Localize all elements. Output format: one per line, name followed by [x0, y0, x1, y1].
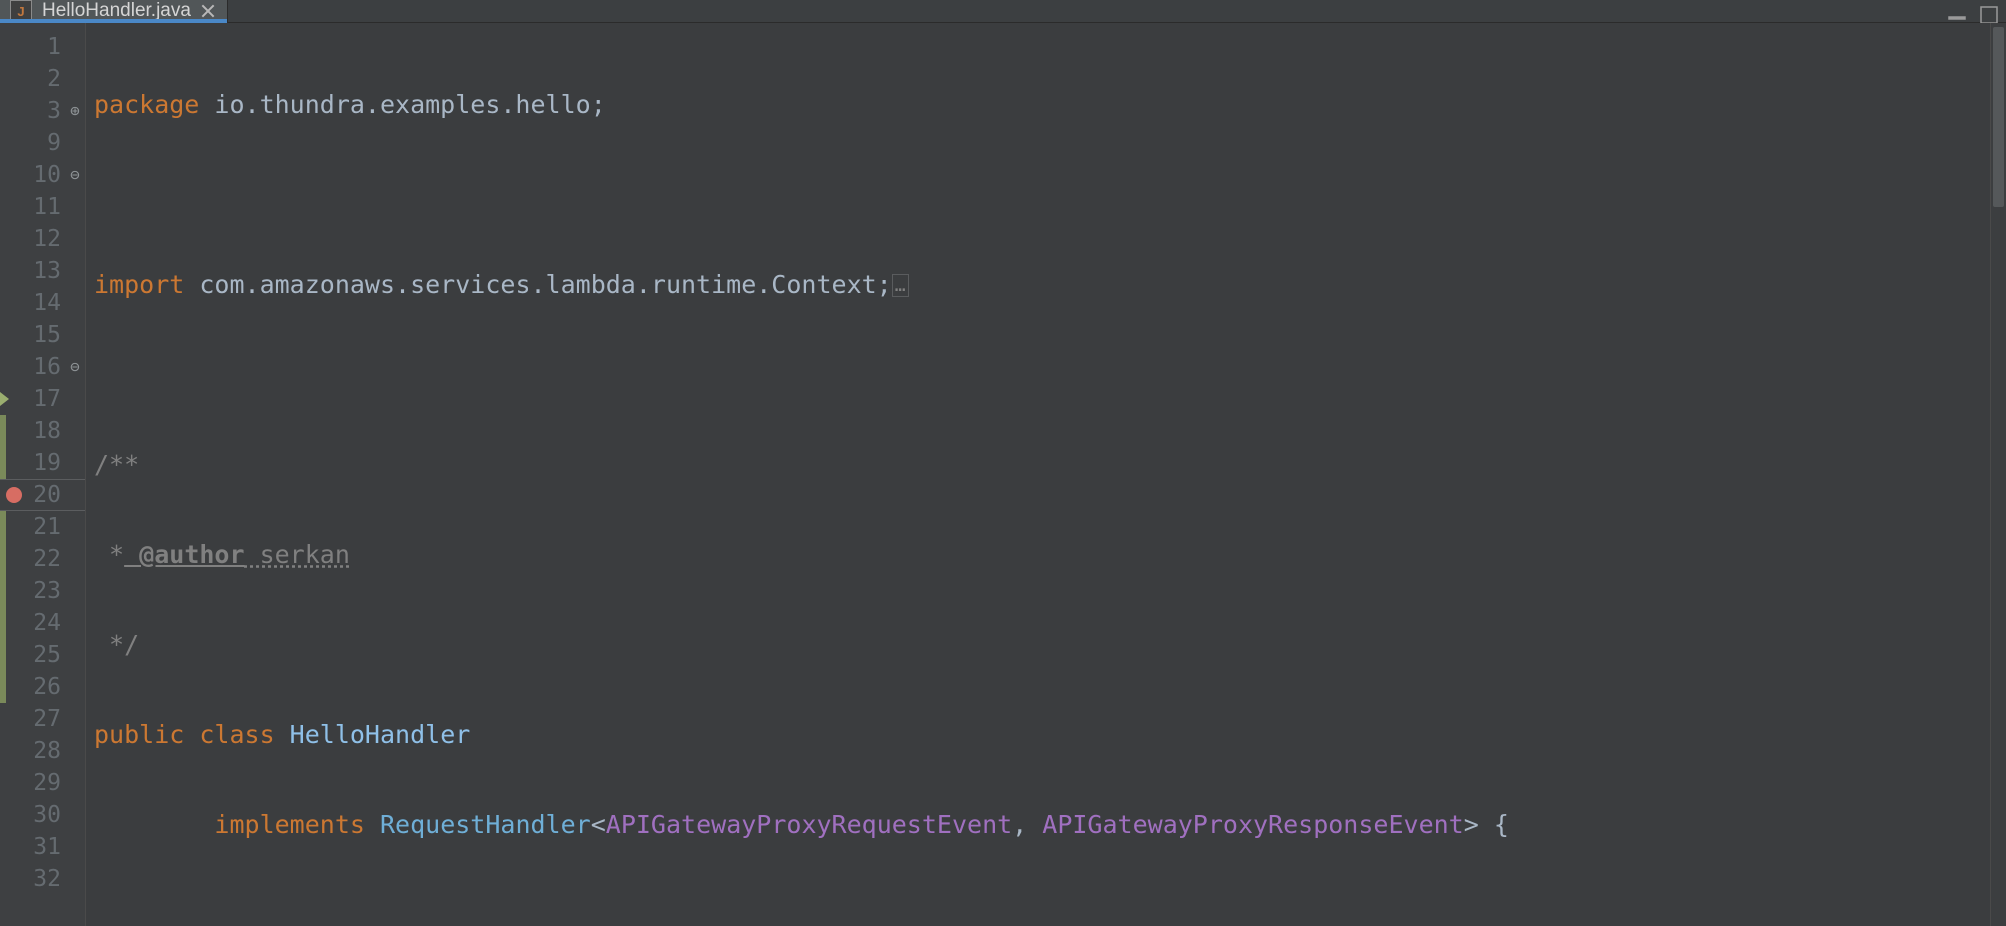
java-file-icon: J [10, 0, 32, 22]
line-number: 18 [33, 415, 61, 447]
import-path: com.amazonaws.services.lambda.runtime.Co… [184, 270, 876, 299]
code-area[interactable]: package io.thundra.examples.hello; impor… [86, 23, 1990, 926]
line-number: 9 [47, 127, 61, 159]
line-number: 10 [33, 159, 61, 191]
package-path: io.thundra.examples.hello [199, 90, 590, 119]
keyword: import [94, 270, 184, 299]
line-number: 14 [33, 287, 61, 319]
file-tab[interactable]: J HelloHandler.java [0, 0, 228, 22]
brace: { [1479, 810, 1509, 839]
collapse-fold-icon[interactable]: ⊖ [67, 359, 83, 375]
keyword: implements [214, 810, 365, 839]
line-number: 3 [47, 95, 61, 127]
vcs-change-bar [0, 543, 6, 575]
line-number-gutter[interactable]: 1 2 3 ⊕ 9 10 ⊖ 11 12 13 14 15 16 ⊖ 17 18 19… [0, 23, 86, 926]
close-icon[interactable] [201, 4, 215, 18]
line-number: 22 [33, 543, 61, 575]
line-number: 15 [33, 319, 61, 351]
line-number: 25 [33, 639, 61, 671]
expand-fold-icon[interactable]: ⊕ [67, 103, 83, 119]
vcs-change-bar [0, 671, 6, 703]
line-number: 23 [33, 575, 61, 607]
line-number: 31 [33, 831, 61, 863]
change-marker-icon [0, 392, 9, 406]
line-number: 20 [33, 479, 61, 511]
tab-filename: HelloHandler.java [42, 0, 191, 22]
breakpoint-icon[interactable] [6, 487, 22, 503]
line-number: 16 [33, 351, 61, 383]
class-name: HelloHandler [275, 720, 471, 749]
vcs-change-bar [0, 447, 6, 479]
line-number: 13 [33, 255, 61, 287]
editor-body: 1 2 3 ⊕ 9 10 ⊖ 11 12 13 14 15 16 ⊖ 17 18 19… [0, 23, 2006, 926]
line-number: 1 [47, 31, 61, 63]
collapse-fold-icon[interactable]: ⊖ [67, 167, 83, 183]
javadoc-tag: @author [124, 540, 244, 569]
editor-root: J HelloHandler.java 1 2 3 ⊕ 9 10 ⊖ 11 12 1… [0, 0, 2006, 926]
type-param: APIGatewayProxyResponseEvent [1042, 810, 1463, 839]
line-number: 28 [33, 735, 61, 767]
tab-bar: J HelloHandler.java [0, 0, 2006, 23]
line-number: 27 [33, 703, 61, 735]
semicolon: ; [877, 270, 892, 299]
type-param: APIGatewayProxyRequestEvent [606, 810, 1012, 839]
line-number: 11 [33, 191, 61, 223]
semicolon: ; [591, 90, 606, 119]
vertical-scrollbar[interactable] [1990, 23, 2006, 926]
line-number: 32 [33, 863, 61, 895]
author-name: serkan [245, 540, 350, 569]
scrollbar-thumb[interactable] [1993, 27, 2004, 207]
javadoc-star: * [94, 540, 124, 569]
angle-open: < [591, 810, 606, 839]
vcs-change-bar [0, 511, 6, 543]
line-number: 30 [33, 799, 61, 831]
line-number: 29 [33, 767, 61, 799]
line-number: 26 [33, 671, 61, 703]
line-number: 2 [47, 63, 61, 95]
line-number: 24 [33, 607, 61, 639]
keyword: class [184, 720, 274, 749]
vcs-change-bar [0, 607, 6, 639]
keyword: public [94, 720, 184, 749]
vcs-change-bar [0, 415, 6, 447]
fold-ellipsis-icon[interactable]: … [892, 274, 909, 297]
line-number: 21 [33, 511, 61, 543]
angle-close: > [1464, 810, 1479, 839]
javadoc-open: /** [94, 450, 139, 479]
vcs-change-bar [0, 639, 6, 671]
comma: , [1012, 810, 1042, 839]
keyword: package [94, 90, 199, 119]
line-number: 19 [33, 447, 61, 479]
javadoc-close: */ [94, 630, 139, 659]
line-number: 12 [33, 223, 61, 255]
interface-name: RequestHandler [365, 810, 591, 839]
line-number: 17 [33, 383, 61, 415]
vcs-change-bar [0, 575, 6, 607]
